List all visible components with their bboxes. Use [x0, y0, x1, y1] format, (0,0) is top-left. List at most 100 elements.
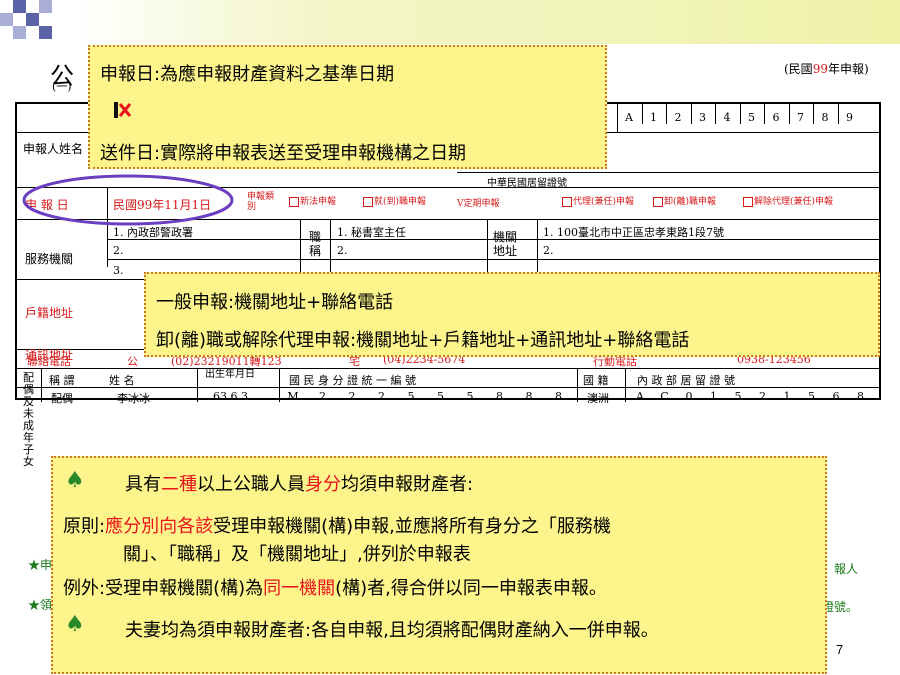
- residence-digit: 2: [759, 390, 766, 403]
- id-box: 8: [813, 104, 836, 124]
- footnote-2-end: 證號。: [822, 600, 859, 614]
- col-divider: [537, 219, 538, 279]
- id-box: 6: [764, 104, 787, 124]
- title-1: 1. 秘書室主任: [337, 226, 406, 239]
- family-name: 李冰冰: [117, 392, 150, 405]
- phone-label: 聯絡電話: [27, 355, 71, 368]
- col-divider: [300, 219, 301, 279]
- row-divider: [17, 368, 879, 369]
- family-header-id: 國 民 身 分 證 統 一 編 號: [289, 374, 416, 387]
- id-digit: 8: [496, 390, 503, 403]
- deco-square: [13, 26, 26, 39]
- form-title-sub: (一): [52, 80, 72, 93]
- id-digit: 8: [555, 390, 562, 403]
- principle-line: 原則:應分別向各該受理申報機關(構)申報,並應將所有身分之「服務機: [63, 516, 611, 537]
- deco-square: [26, 13, 39, 26]
- footnote-1-start: ★申: [28, 558, 53, 572]
- id-box: 3: [690, 104, 714, 124]
- footnote-2-start: ★領: [28, 598, 53, 612]
- id-box: A: [617, 104, 640, 124]
- residence-digit: 0: [685, 390, 693, 403]
- bullet-multiple-identity: 具有二種以上公職人員身分均須申報財產者:: [125, 474, 474, 495]
- family-header-relation: 稱 謂: [49, 374, 75, 387]
- year-value: 99: [812, 62, 828, 76]
- id-digit: 2: [319, 390, 326, 403]
- id-digit: 5: [407, 390, 415, 403]
- date-highlight-ellipse: [22, 174, 234, 226]
- date-definition-callout: 申報日:為應申報財產資料之基準日期 送件日:實際將申報表送至受理申報機構之日期: [88, 45, 607, 169]
- year-prefix: (民國: [784, 62, 813, 76]
- family-nationality: 澳洲: [587, 392, 609, 405]
- callout-leave-declaration: 卸(離)職或解除代理申報:機關地址+戶籍地址+通訊地址+聯絡電話: [156, 330, 690, 351]
- family-header-birth: 出生年月日: [205, 369, 255, 380]
- residence-digit: 5: [734, 390, 742, 403]
- col-divider: [625, 368, 626, 402]
- cat-new-label: 新法申報: [300, 197, 337, 207]
- col-divider: [41, 368, 42, 402]
- col-divider: [577, 368, 578, 402]
- id-box: 7: [788, 104, 812, 124]
- id-digit: 5: [437, 390, 444, 403]
- callout-declaration-date: 申報日:為應申報財產資料之基準日期: [100, 64, 395, 85]
- year-suffix: 年申報): [827, 62, 869, 76]
- cat-onboard-checkbox[interactable]: 就(到)職申報: [363, 194, 426, 207]
- title-label: 職稱: [309, 230, 322, 258]
- id-box: 5: [739, 104, 763, 124]
- id-digit: 2: [378, 390, 385, 403]
- phone-office-label: 公: [127, 355, 138, 368]
- cat-leave-checkbox[interactable]: 卸(離)職申報: [653, 194, 716, 207]
- page-number: 7: [836, 642, 844, 657]
- id-digit: 8: [525, 390, 533, 403]
- row-divider: [457, 172, 879, 173]
- family-relation: 配偶: [51, 392, 73, 405]
- residence-digit: 6: [832, 390, 840, 403]
- x-mark-icon: [112, 99, 134, 121]
- cat-proxy-checkbox[interactable]: 代理(兼任)申報: [562, 194, 634, 207]
- family-header-residence: 內 政 部 居 留 證 號: [637, 374, 735, 387]
- bullet-spouses: 夫妻均為須申報財產者:各自申報,且均須將配偶財產納入一併申報。: [125, 620, 659, 641]
- year-note: (民國99年申報): [784, 60, 869, 77]
- cat-release-checkbox[interactable]: 解除代理(兼任)申報: [743, 194, 833, 207]
- service-3: 3.: [113, 264, 124, 277]
- address-requirement-callout: 一般申報:機關地址+聯絡電話 卸(離)職或解除代理申報:機關地址+戶籍地址+通訊…: [144, 272, 880, 357]
- id-digit: 2: [348, 390, 356, 403]
- id-box: 9: [837, 104, 861, 124]
- cat-periodic-checkbox[interactable]: V定期申報: [457, 196, 500, 209]
- addr-1: 1. 100臺北市中正區忠孝東路1段7號: [543, 226, 724, 239]
- category-label: 申報類別: [247, 192, 275, 212]
- multiple-identity-callout: ♠ 具有二種以上公職人員身分均須申報財產者: 原則:應分別向各該受理申報機關(構…: [51, 456, 827, 674]
- family-side-label: 配偶及未成年子女: [23, 371, 34, 468]
- service-label: 服務機關: [25, 252, 74, 266]
- declarant-label: 申報人姓名: [23, 142, 84, 156]
- row-divider: [17, 387, 879, 388]
- principle-line-2: 關」、「職稱」及「機關地址」,併列於申報表: [123, 544, 471, 565]
- cat-onboard-label: 就(到)職申報: [374, 197, 427, 207]
- col-divider: [487, 219, 488, 279]
- id-box: 1: [641, 104, 665, 124]
- deco-square: [0, 13, 13, 26]
- exception-line: 例外:受理申報機關(構)為同一機關(構)者,得合併以同一申報表申報。: [63, 578, 607, 599]
- residence-digit: A: [636, 390, 644, 403]
- col-divider: [279, 368, 280, 402]
- family-header-name: 姓 名: [109, 374, 135, 387]
- title-2: 2.: [337, 244, 348, 257]
- addr-2: 2.: [543, 244, 554, 257]
- cat-proxy-label: 代理(兼任)申報: [573, 197, 635, 207]
- service-2: 2.: [113, 244, 124, 257]
- cat-leave-label: 卸(離)職申報: [664, 197, 717, 207]
- id-digit: M: [287, 390, 299, 403]
- id-box: 2: [666, 104, 689, 124]
- household-label: 戶籍地址: [25, 306, 74, 320]
- residence-digit: 8: [857, 390, 864, 403]
- footnote-1-end: 報人: [834, 562, 859, 576]
- spade-bullet-icon: ♠: [65, 468, 85, 493]
- title-gradient-bar: [0, 0, 900, 44]
- id-digit: 5: [466, 390, 474, 403]
- addr-label: 機關地址: [493, 230, 518, 258]
- residence-digit: C: [660, 390, 669, 403]
- residence-digit: 1: [710, 390, 717, 403]
- row-divider: [107, 259, 879, 260]
- deco-square: [39, 26, 52, 39]
- callout-submission-date: 送件日:實際將申報表送至受理申報機構之日期: [100, 143, 467, 164]
- cat-new-checkbox[interactable]: 新法申報: [289, 194, 336, 207]
